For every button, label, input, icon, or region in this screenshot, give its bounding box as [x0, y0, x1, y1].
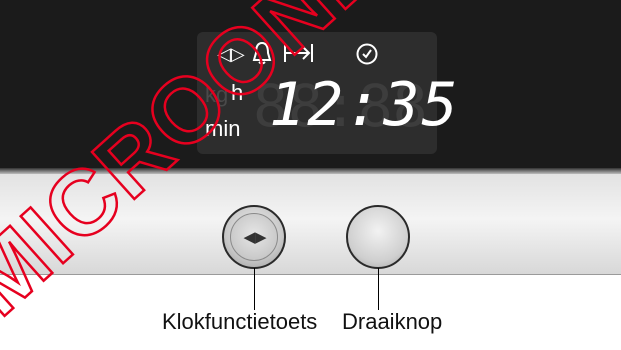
- arrows-icon: ◁▷: [217, 44, 245, 65]
- control-strip: [0, 174, 621, 275]
- clock-function-leader-line: [254, 268, 255, 310]
- time-readout: 12:35: [269, 70, 460, 140]
- clock-function-button-cap: ◀▶: [230, 213, 278, 261]
- display-area: ◁▷ kg h min 88:88 12:35: [0, 0, 621, 172]
- clock-function-label: Klokfunctietoets: [162, 309, 318, 334]
- clock-function-button[interactable]: ◀▶: [222, 205, 286, 269]
- unit-min-label: min: [205, 116, 241, 141]
- lcd-display: ◁▷ kg h min 88:88 12:35: [197, 32, 458, 154]
- left-right-arrows-icon: ◀▶: [243, 228, 267, 246]
- knob-label: Draaiknop: [342, 309, 443, 334]
- timer-skip-icon: [283, 42, 315, 68]
- bell-icon: [251, 40, 273, 72]
- unit-h-label: h: [231, 80, 244, 105]
- rotary-knob[interactable]: [346, 205, 410, 269]
- knob-leader-line: [378, 268, 379, 310]
- unit-kg-label: kg: [205, 82, 229, 107]
- appliance-panel: ◁▷ kg h min 88:88 12:35 ◀▶: [0, 0, 621, 290]
- clock-icon: [355, 42, 379, 70]
